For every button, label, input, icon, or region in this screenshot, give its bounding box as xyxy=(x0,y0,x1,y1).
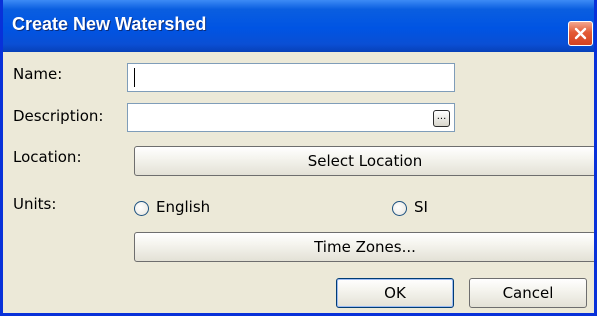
window-title: Create New Watershed xyxy=(12,14,207,34)
description-label: Description: xyxy=(13,107,104,125)
units-english-radio[interactable] xyxy=(134,201,149,216)
title-bar[interactable]: Create New Watershed xyxy=(3,0,594,52)
time-zones-label: Time Zones... xyxy=(314,238,416,256)
description-field[interactable]: ... xyxy=(127,103,455,132)
browse-description-button[interactable]: ... xyxy=(433,110,450,127)
text-caret xyxy=(134,68,135,87)
close-icon xyxy=(574,27,587,40)
units-si-label[interactable]: SI xyxy=(414,198,428,216)
ok-label: OK xyxy=(384,284,406,302)
cancel-label: Cancel xyxy=(502,284,554,302)
select-location-button[interactable]: Select Location xyxy=(134,146,594,176)
select-location-label: Select Location xyxy=(307,152,423,170)
units-label: Units: xyxy=(13,195,57,213)
dialog-body: Name: Description: ... Location: Select … xyxy=(3,52,594,313)
close-button[interactable] xyxy=(568,21,593,46)
name-field[interactable] xyxy=(127,63,455,92)
units-english-label[interactable]: English xyxy=(156,198,210,216)
units-si-radio[interactable] xyxy=(392,201,407,216)
cancel-button[interactable]: Cancel xyxy=(469,278,587,308)
time-zones-button[interactable]: Time Zones... xyxy=(134,232,594,262)
create-watershed-dialog: Create New Watershed Name: Description: … xyxy=(0,0,597,316)
name-label: Name: xyxy=(13,65,63,83)
location-label: Location: xyxy=(13,148,82,166)
ok-button[interactable]: OK xyxy=(336,278,454,308)
